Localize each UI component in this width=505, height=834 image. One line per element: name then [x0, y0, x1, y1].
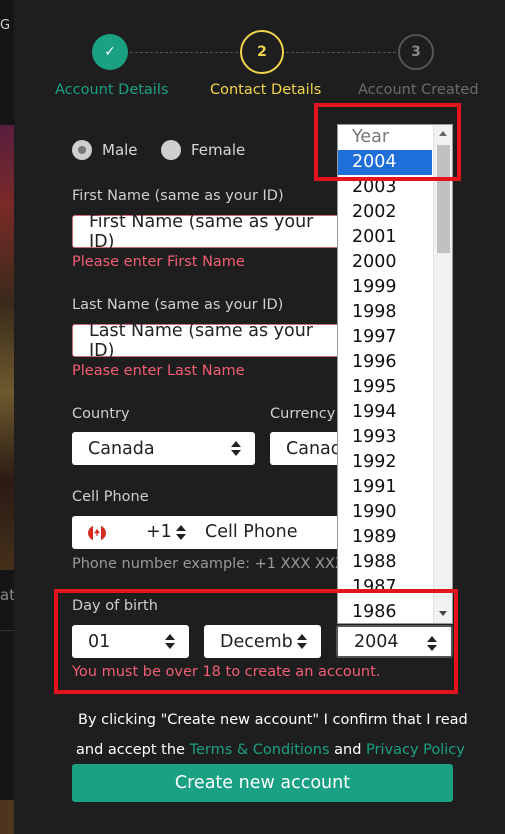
stepper-connector [130, 52, 238, 53]
step-2-label: Contact Details [210, 82, 322, 98]
step-3-circle: 3 [398, 34, 434, 70]
country-code-arrows-icon[interactable] [176, 525, 186, 540]
legal-text-line2: and accept the Terms & Conditions and Pr… [76, 742, 465, 758]
last-name-label: Last Name (same as your ID) [72, 297, 284, 313]
cell-phone-input[interactable]: Cell Phone [205, 522, 297, 542]
currency-label: Currency [270, 406, 336, 422]
cell-phone-field[interactable]: +1 Cell Phone [72, 516, 342, 549]
first-name-input[interactable]: First Name (same as your ID) [72, 212, 342, 252]
year-dropdown-list[interactable]: Year 2004 2003 2002 2001 2000 1999 1998 1997 19… [337, 124, 453, 624]
gender-female-radio[interactable] [161, 140, 181, 160]
legal-and: and [329, 742, 367, 758]
last-name-error: Please enter Last Name [72, 363, 245, 379]
cell-phone-label: Cell Phone [72, 489, 149, 505]
gender-female-label[interactable]: Female [191, 141, 245, 159]
currency-select[interactable]: Canad [270, 432, 342, 465]
select-arrows-icon [231, 441, 241, 456]
country-select[interactable]: Canada [72, 432, 255, 465]
step-3-label: Account Created [358, 82, 479, 98]
legal-prefix: and accept the [76, 742, 190, 758]
step-1-label: Account Details [55, 82, 169, 98]
gender-male-label[interactable]: Male [102, 141, 138, 159]
country-value: Canada [88, 438, 155, 459]
legal-text-line1: By clicking "Create new account" I confi… [78, 712, 468, 728]
canada-flag-icon [88, 525, 106, 541]
background-divider [0, 630, 14, 631]
country-label: Country [72, 406, 130, 422]
dropdown-scrollbar[interactable] [433, 125, 452, 623]
background-tab-letter: G [0, 18, 11, 33]
create-account-button[interactable]: Create new account [72, 764, 453, 802]
terms-link[interactable]: Terms & Conditions [190, 742, 330, 758]
stepper-connector [286, 52, 396, 53]
highlight-box-year-selected [314, 103, 461, 181]
background-artwork [0, 125, 14, 570]
country-code[interactable]: +1 [146, 522, 172, 542]
step-1-checkmark-icon: ✓ [92, 34, 128, 70]
privacy-link[interactable]: Privacy Policy [366, 742, 465, 758]
gender-male-radio[interactable] [72, 140, 92, 160]
background-side-text: at [0, 586, 16, 604]
first-name-label: First Name (same as your ID) [72, 188, 284, 204]
currency-value: Canad [286, 438, 342, 459]
last-name-input[interactable]: Last Name (same as your ID) [72, 321, 342, 361]
background-artwork-bottom [0, 800, 14, 834]
phone-example-hint: Phone number example: +1 XXX XXX X [72, 556, 338, 572]
first-name-error: Please enter First Name [72, 254, 245, 270]
background-strip: G at [0, 0, 16, 834]
highlight-box-day-of-birth [54, 589, 458, 694]
step-2-circle: 2 [240, 30, 284, 74]
